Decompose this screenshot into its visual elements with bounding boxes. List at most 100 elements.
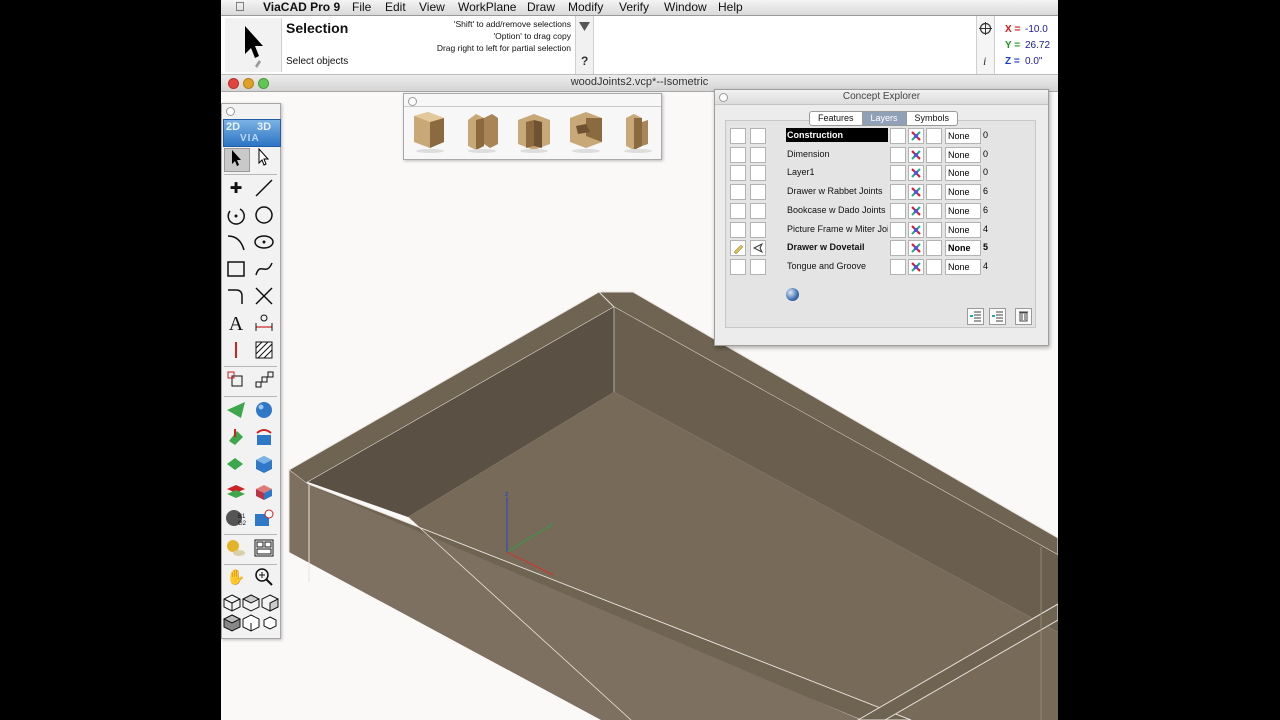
select-arrow-icon[interactable]	[224, 148, 250, 172]
layer-line-style[interactable]: None	[945, 184, 981, 201]
pan-hand-icon[interactable]: ✋	[224, 567, 248, 589]
menu-workplane[interactable]: WorkPlane	[458, 0, 516, 14]
layer-color-swatch[interactable]	[908, 221, 924, 238]
layer-active-toggle[interactable]	[750, 184, 766, 201]
layer-active-toggle[interactable]	[750, 258, 766, 275]
layer-color-swatch[interactable]	[908, 146, 924, 163]
layer-lock-toggle[interactable]	[926, 128, 942, 144]
revolve-icon[interactable]	[252, 427, 276, 449]
tongue-groove-joint-icon[interactable]	[618, 110, 658, 154]
render-icon[interactable]	[224, 538, 248, 560]
crosshair-icon[interactable]	[979, 22, 992, 35]
layer-color-swatch[interactable]	[908, 184, 924, 201]
layer-color-swatch[interactable]	[908, 240, 924, 257]
layer-visibility-toggle[interactable]	[890, 240, 906, 257]
dovetail-joint-icon[interactable]	[566, 110, 606, 154]
rabbet-joint-icon[interactable]	[410, 110, 450, 154]
layer-edit-toggle[interactable]	[730, 184, 746, 201]
layer-row[interactable]: Picture Frame w Miter Joints None4	[726, 221, 1035, 238]
layer-row[interactable]: Drawer w Dovetail None 5	[726, 239, 1035, 257]
app-menu[interactable]: ViaCAD Pro 9	[263, 0, 340, 14]
layer-color-swatch[interactable]	[908, 165, 924, 182]
blend-icon[interactable]	[252, 508, 276, 530]
arc-3pt-icon[interactable]	[224, 232, 248, 254]
layer-lock-toggle[interactable]	[926, 184, 942, 201]
layer-line-style[interactable]: None	[945, 128, 981, 144]
array-icon[interactable]	[252, 370, 276, 392]
ellipse-icon[interactable]	[252, 232, 276, 254]
view-right-icon[interactable]	[260, 594, 279, 616]
layer-color-swatch[interactable]	[908, 202, 924, 219]
rectangle-icon[interactable]	[224, 259, 248, 281]
layer-visibility-toggle[interactable]	[890, 202, 906, 219]
layer-edit-toggle[interactable]	[730, 221, 746, 238]
layer-name[interactable]: Tongue and Groove	[786, 259, 888, 273]
layer-line-style[interactable]: None	[945, 240, 981, 257]
menu-help[interactable]: Help	[718, 0, 743, 14]
menu-modify[interactable]: Modify	[568, 0, 603, 14]
layer-lock-toggle[interactable]	[926, 146, 942, 163]
layer-edit-toggle[interactable]	[730, 258, 746, 275]
layer-edit-toggle[interactable]	[730, 202, 746, 219]
layer-active-toggle[interactable]	[750, 146, 766, 163]
point-icon[interactable]: ✚	[224, 178, 248, 200]
add-layer-below-button[interactable]	[989, 308, 1006, 325]
menu-view[interactable]: View	[419, 0, 445, 14]
layer-active-toggle[interactable]	[750, 165, 766, 182]
layer-lock-toggle[interactable]	[926, 258, 942, 275]
hatch-icon[interactable]	[252, 340, 276, 362]
selection-tool-icon[interactable]	[225, 18, 282, 72]
layer-visibility-toggle[interactable]	[890, 146, 906, 163]
layer-name[interactable]: Drawer w Dovetail	[786, 240, 888, 254]
layer-visibility-toggle[interactable]	[890, 165, 906, 182]
layout-icon[interactable]	[252, 538, 276, 560]
layer-active-toggle[interactable]	[750, 240, 766, 257]
layer-lock-toggle[interactable]	[926, 240, 942, 257]
boolean-icon[interactable]	[252, 481, 276, 503]
zoom-icon[interactable]	[252, 567, 276, 589]
menu-window[interactable]: Window	[664, 0, 707, 14]
layer-line-style[interactable]: None	[945, 258, 981, 275]
shaded-view-icon[interactable]	[222, 614, 241, 636]
layer-row[interactable]: Bookcase w Dado Joints None 6	[726, 202, 1035, 219]
menu-edit[interactable]: Edit	[385, 0, 406, 14]
layer-row[interactable]: Construction None 0	[726, 127, 1035, 144]
layer-name[interactable]: Layer1	[786, 165, 888, 179]
layer-line-style[interactable]: None	[945, 221, 981, 238]
layer-visibility-toggle[interactable]	[890, 184, 906, 201]
layer-edit-toggle[interactable]	[730, 128, 746, 144]
trim-icon[interactable]	[252, 286, 276, 308]
analysis-icon[interactable]: B1 G2	[224, 508, 248, 530]
layer-lock-toggle[interactable]	[926, 165, 942, 182]
box-solid-icon[interactable]	[252, 454, 276, 476]
layer-visibility-toggle[interactable]	[890, 128, 906, 144]
tab-symbols[interactable]: Symbols	[907, 112, 958, 125]
arc-icon[interactable]	[224, 205, 248, 227]
layer-row[interactable]: Dimension None 0	[726, 146, 1035, 163]
layer-name[interactable]: Construction	[786, 128, 888, 142]
layer-lock-toggle[interactable]	[926, 221, 942, 238]
sphere-solid-icon[interactable]	[252, 400, 276, 422]
delete-layer-button[interactable]	[1015, 308, 1032, 325]
layer-visibility-toggle[interactable]	[890, 258, 906, 275]
extrude-icon[interactable]	[224, 427, 248, 449]
info-button[interactable]: i	[983, 54, 986, 69]
spline-icon[interactable]	[252, 259, 276, 281]
layer-active-toggle[interactable]	[750, 221, 766, 238]
layer-edit-toggle[interactable]	[730, 165, 746, 182]
more-views-icon[interactable]	[260, 614, 279, 636]
joints-palette-close-button[interactable]	[408, 97, 417, 106]
layer-color-swatch[interactable]	[908, 258, 924, 275]
dado-joint-icon[interactable]	[462, 110, 502, 154]
text-icon[interactable]: A	[224, 313, 248, 335]
vertical-line-icon[interactable]	[224, 340, 248, 362]
layer-name[interactable]: Drawer w Rabbet Joints	[786, 184, 888, 198]
transform-icon[interactable]	[224, 370, 248, 392]
view-top-icon[interactable]	[241, 594, 260, 616]
mode-2d3d-badge[interactable]: 2D 3D VIA	[223, 119, 281, 147]
layer-active-toggle[interactable]	[750, 128, 766, 144]
fillet-icon[interactable]	[224, 286, 248, 308]
loft-icon[interactable]	[224, 454, 248, 476]
layer-name[interactable]: Dimension	[786, 147, 888, 161]
layer-edit-toggle[interactable]	[730, 240, 746, 257]
